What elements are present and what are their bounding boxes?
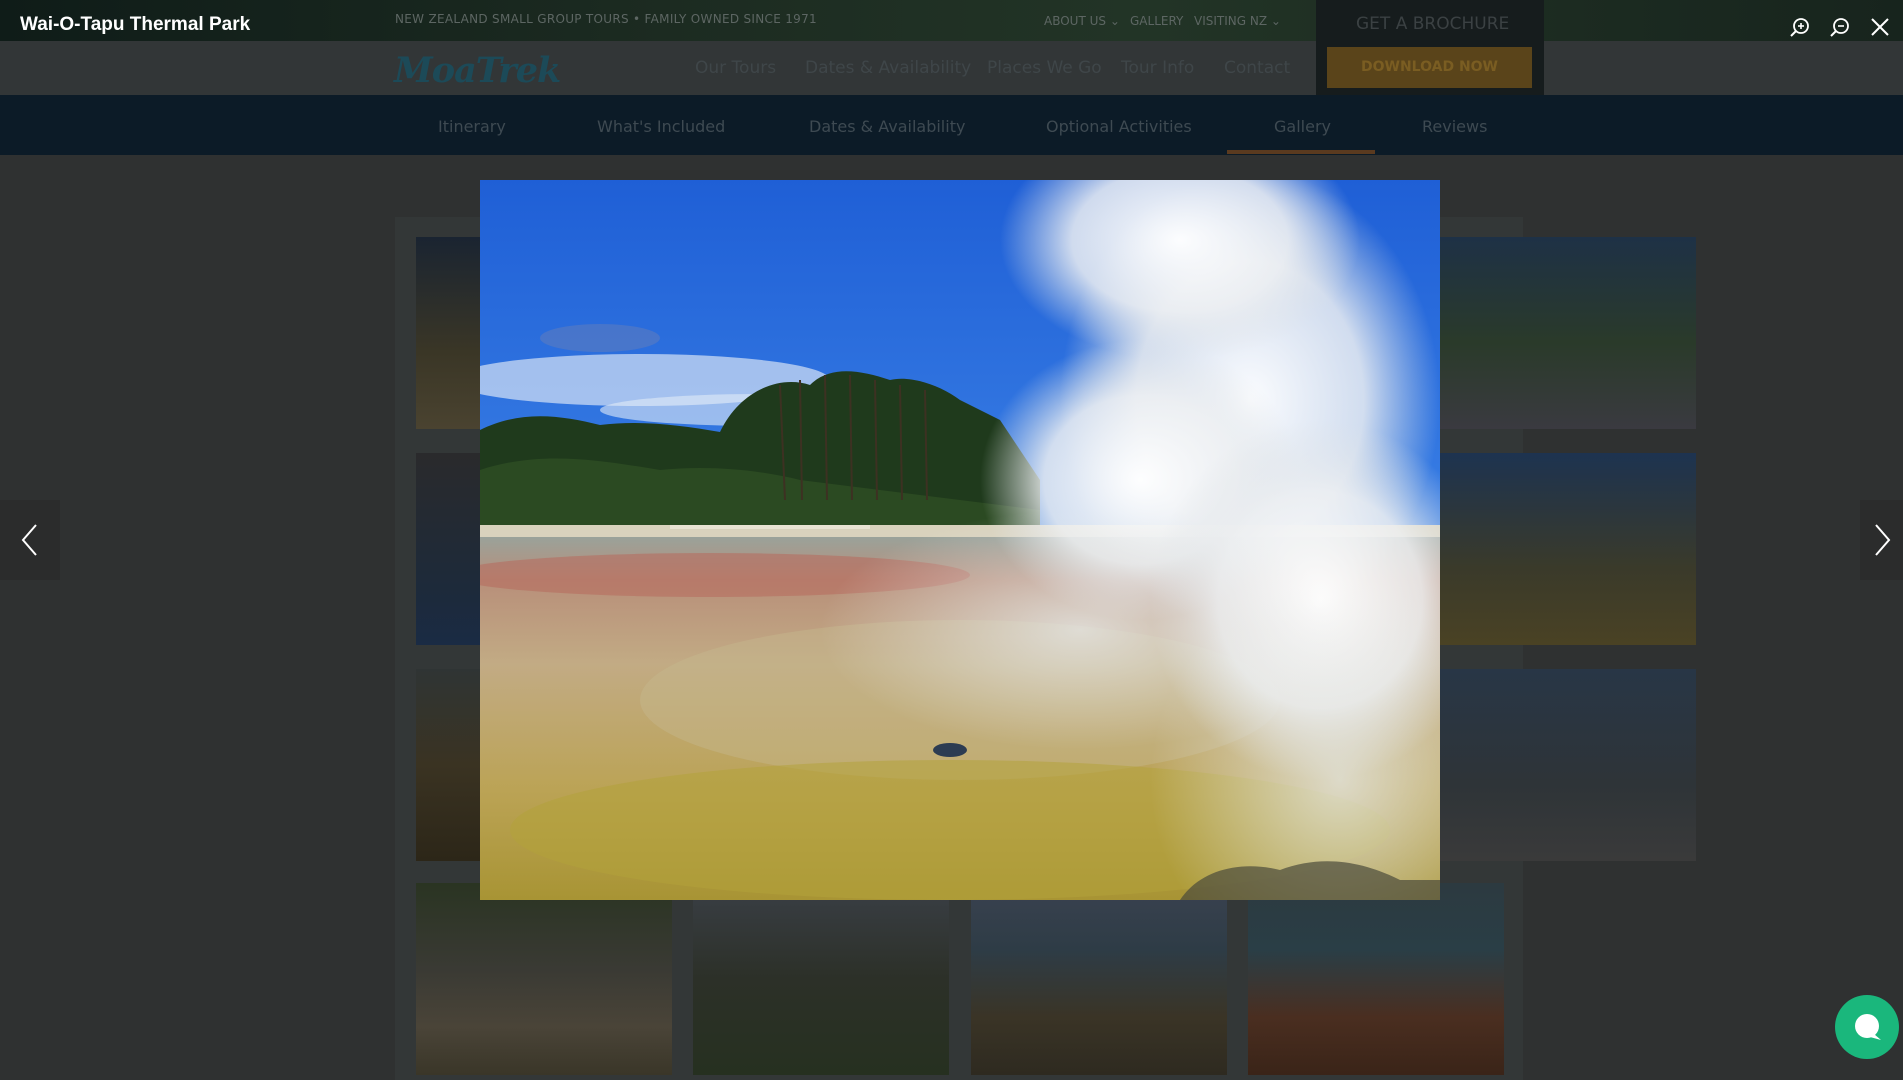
zoom-in-icon[interactable] [1784, 11, 1816, 43]
next-image-button[interactable] [1860, 500, 1903, 580]
lightbox-overlay: Wai-O-Tapu Thermal Park [0, 0, 1903, 1080]
chevron-left-icon [21, 524, 37, 556]
zoom-out-icon[interactable] [1824, 11, 1856, 43]
chevron-right-icon [1874, 524, 1890, 556]
lightbox-title: Wai-O-Tapu Thermal Park [20, 14, 251, 35]
close-icon[interactable] [1864, 11, 1896, 43]
chat-button[interactable] [1835, 995, 1899, 1059]
chat-bubble-icon [1855, 1014, 1881, 1040]
previous-image-button[interactable] [0, 500, 60, 580]
lightbox-image [480, 180, 1440, 900]
